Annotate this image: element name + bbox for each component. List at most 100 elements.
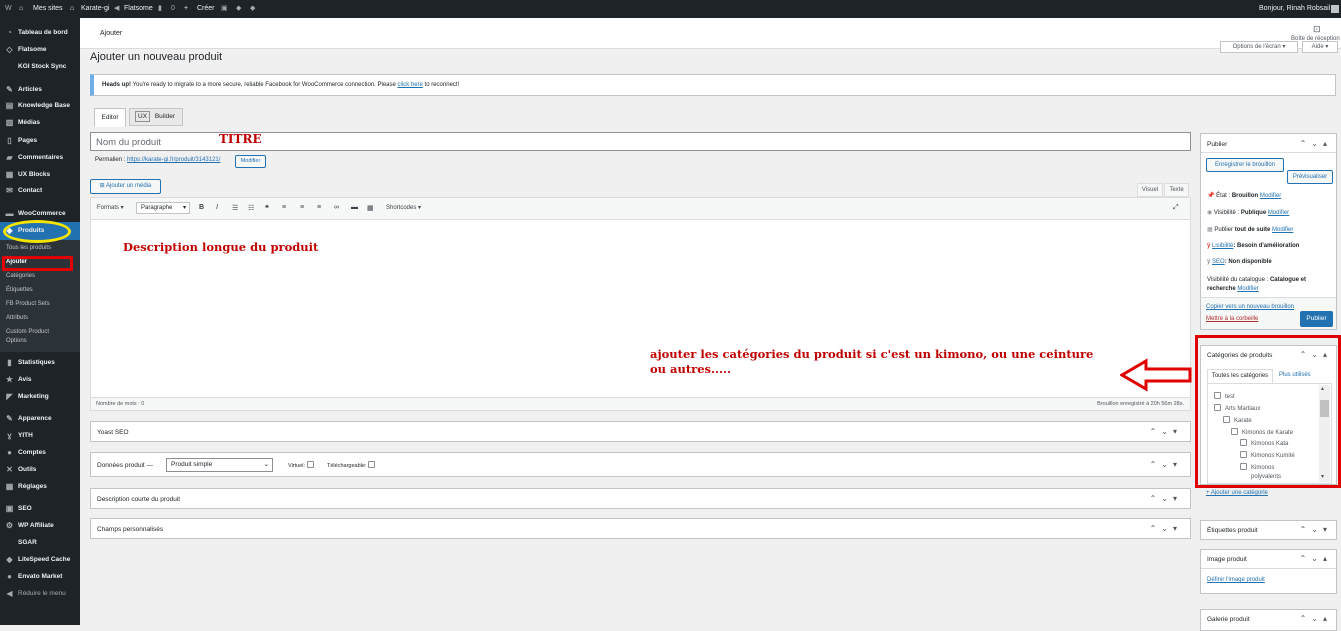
custom-fields-box[interactable]: Champs personnalisés ⌃⌄▾ [90,518,1191,539]
sidebar-item-comptes[interactable]: ● Comptes [0,444,80,461]
align-right-icon[interactable]: ≡ [317,204,321,211]
box-arrows-icon[interactable]: ⌃⌄▴ [1300,614,1332,623]
preview-button[interactable]: Prévisualiser [1287,170,1333,184]
collapse-menu[interactable]: ◀ Réduire le menu [0,585,80,602]
publish-button[interactable]: Publier [1300,311,1333,327]
sidebar-item-yith[interactable]: ɣ YITH [0,427,80,444]
my-sites-link[interactable]: Mes sites [33,0,63,18]
content-editor[interactable] [90,197,1191,411]
box-arrows-icon[interactable]: ⌃⌄▴ [1300,554,1332,563]
virtual-checkbox[interactable] [306,461,314,468]
notice-link[interactable]: click here [398,82,423,88]
product-gallery-box[interactable]: Galerie produit ⌃⌄▴ [1200,609,1337,631]
site-name-link[interactable]: Karate-gi [81,0,109,18]
formats-dropdown[interactable]: Formats ▾ [97,204,124,211]
trash-link[interactable]: Mettre à la corbeille [1206,316,1258,322]
link-icon[interactable]: ∞ [334,204,339,211]
downloadable-checkbox[interactable] [367,461,375,468]
sidebar-item-envato[interactable]: ● Envato Market [0,568,80,585]
sidebar-item-knowledge-base[interactable]: ▤ Knowledge Base [0,97,80,114]
submenu-categories[interactable]: Catégories [6,273,35,279]
box-arrows-icon[interactable]: ⌃⌄▾ [1300,525,1332,534]
sidebar-item-kgi-stock-sync[interactable]: KGI Stock Sync [0,58,80,75]
sidebar-item-sgar[interactable]: SGAR [0,534,80,551]
sidebar-item-apparence[interactable]: ✎ Apparence [0,410,80,427]
sidebar-item-contact[interactable]: ✉ Contact [0,182,80,199]
flatsome-link[interactable]: Flatsome [124,0,153,18]
visibility-edit-link[interactable]: Modifier [1268,210,1289,216]
tab-ux-builder[interactable]: UX Builder [129,108,183,126]
sidebar-item-dashboard[interactable]: ◔ Tableau de bord [0,24,80,41]
box-arrows-icon[interactable]: ⌃⌄▾ [1150,460,1182,469]
shortcodes-dropdown[interactable]: Shortcodes ▾ [386,204,421,211]
paragraph-select[interactable]: Paragraphe ▾ [136,202,190,214]
italic-icon[interactable]: I [216,204,218,211]
yoast-seo-box[interactable]: Yoast SEO ⌃⌄▾ [90,421,1191,442]
toolbar-toggle-icon[interactable]: ▦ [367,204,374,212]
product-tags-box[interactable]: Étiquettes produit ⌃⌄▾ [1200,520,1337,540]
permalink-edit-button[interactable]: Modifier [235,155,266,168]
notice-strong: Heads up! [102,82,132,88]
submenu-attributes[interactable]: Attributs [6,315,28,321]
numbered-list-icon[interactable]: ☷ [248,204,254,212]
box-arrows-icon[interactable]: ⌃⌄▴ [1300,139,1332,148]
add-media-button[interactable]: ⊞ Ajouter un média [90,179,161,194]
sidebar-item-marketing[interactable]: ◤ Marketing [0,388,80,405]
sidebar-item-flatsome[interactable]: ◇ Flatsome [0,41,80,58]
more-tag-icon[interactable]: ▬ [351,204,358,211]
yoast-readability-icon: ý [1207,243,1211,249]
submenu-all-products[interactable]: Tous les produits [6,245,51,251]
wordpress-icon[interactable]: W [5,0,12,18]
add-category-link[interactable]: + Ajouter une catégorie [1206,490,1268,496]
product-type-select[interactable]: Produit simple ⌄ [166,458,273,472]
publish-time-edit-link[interactable]: Modifier [1272,227,1293,233]
catalog-edit-link[interactable]: Modifier [1237,286,1258,292]
sidebar-item-litespeed[interactable]: ◆ LiteSpeed Cache [0,551,80,568]
sidebar-item-seo[interactable]: ▣ SEO [0,500,80,517]
submenu-tags[interactable]: Étiquettes [6,287,33,293]
diamond-icon[interactable]: ◆ [250,0,255,18]
notice-text: You're ready to migrate to a more secure… [132,82,396,88]
short-description-box[interactable]: Description courte du produit ⌃⌄▾ [90,488,1191,509]
litespeed-bar-icon[interactable]: ◆ [236,0,241,18]
page-icon: ▯ [7,136,12,145]
align-left-icon[interactable]: ≡ [282,204,286,211]
bold-icon[interactable]: B [199,204,204,211]
submenu-options[interactable]: Options [6,338,27,344]
quote-icon[interactable]: ❝ [265,204,269,212]
sidebar-item-commentaires[interactable]: ▰ Commentaires [0,149,80,166]
permalink-url[interactable]: https://karate-gi.fr/produit/3143121/ [127,157,220,163]
align-center-icon[interactable]: ≡ [300,204,304,211]
user-greeting[interactable]: Bonjour, Rinah Robsail [1259,0,1330,18]
submenu-fb-product-sets[interactable]: FB Product Sets [6,301,50,307]
comments-count[interactable]: 0 [171,0,175,18]
inbox-icon[interactable]: ⊡ [1313,24,1321,35]
copy-draft-link[interactable]: Copier vers un nouveau brouillon [1206,304,1294,310]
sidebar-item-reglages[interactable]: ▦ Réglages [0,478,80,495]
box-arrows-icon[interactable]: ⌃⌄▾ [1150,494,1182,503]
box-arrows-icon[interactable]: ⌃⌄▾ [1150,524,1182,533]
new-content-link[interactable]: Créer [197,0,215,18]
yoast-bar-icon[interactable]: ▣ [221,0,228,18]
sidebar-item-articles[interactable]: ✎ Articles [0,81,80,98]
submenu-custom-product[interactable]: Custom Product [6,329,49,335]
sidebar-item-wp-affiliate[interactable]: ⚙ WP Affiliate [0,517,80,534]
fullscreen-icon[interactable]: ⤢ [1173,204,1179,212]
bullet-list-icon[interactable]: ☰ [232,204,238,212]
sidebar-item-ux-blocks[interactable]: ▦ UX Blocks [0,166,80,183]
tab-editor[interactable]: Editor [94,108,126,127]
help-button[interactable]: Aide ▾ [1302,41,1338,53]
sidebar-item-outils[interactable]: ✕ Outils [0,461,80,478]
save-draft-button[interactable]: Enregistrer le brouillon [1206,158,1284,172]
tab-visual[interactable]: Visuel [1137,183,1163,197]
sidebar-item-statistiques[interactable]: ▮ Statistiques [0,354,80,371]
box-arrows-icon[interactable]: ⌃⌄▾ [1150,427,1182,436]
sidebar-item-pages[interactable]: ▯ Pages [0,132,80,149]
set-product-image-link[interactable]: Définir l'image produit [1207,577,1265,583]
sidebar-item-avis[interactable]: ★ Avis [0,371,80,388]
tab-text[interactable]: Texte [1164,183,1189,197]
screen-options-button[interactable]: Options de l'écran ▾ [1220,41,1298,53]
sidebar-item-medias[interactable]: ▧ Médias [0,114,80,131]
status-edit-link[interactable]: Modifier [1260,193,1281,199]
avatar[interactable] [1331,5,1339,13]
